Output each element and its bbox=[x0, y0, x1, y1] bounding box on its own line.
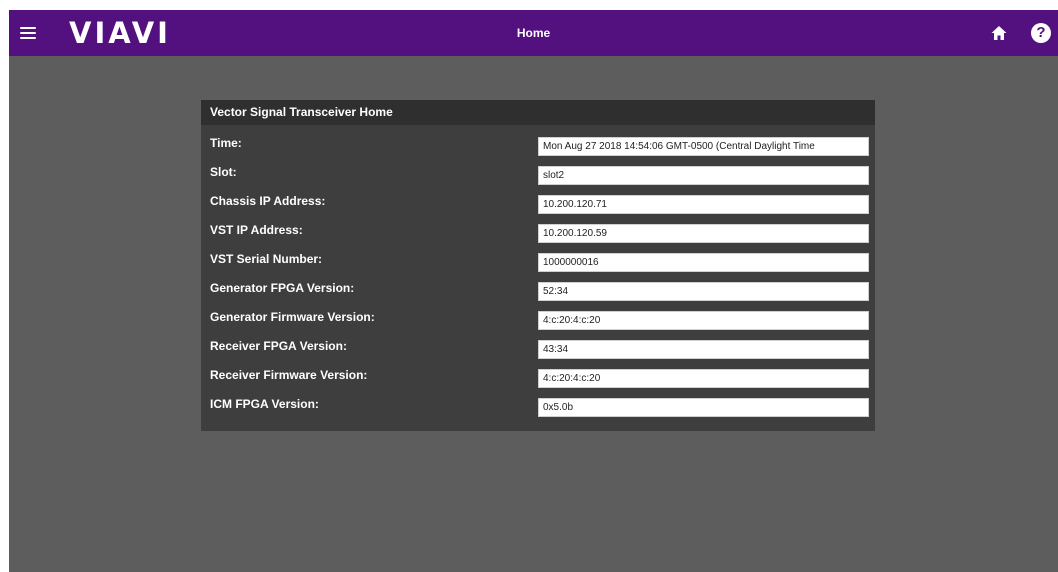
row-label: ICM FPGA Version: bbox=[210, 397, 319, 411]
row-label: Generator Firmware Version: bbox=[210, 310, 375, 324]
page-title: Home bbox=[516, 26, 551, 40]
row-label: Generator FPGA Version: bbox=[210, 281, 355, 295]
row-label: VST IP Address: bbox=[210, 223, 303, 237]
slot-value-field: slot2 bbox=[538, 166, 869, 185]
info-row-icm-fpga: ICM FPGA Version: 0x5.0b bbox=[201, 396, 875, 425]
info-row-rx-fpga: Receiver FPGA Version: 43:34 bbox=[201, 338, 875, 367]
app-window: VIAVI Home ? Vector Signal Transceiver H… bbox=[9, 10, 1058, 572]
top-navbar: VIAVI Home ? bbox=[9, 10, 1058, 56]
info-row-rx-firmware: Receiver Firmware Version: 4:c:20:4:c:20 bbox=[201, 367, 875, 396]
info-row-gen-fpga: Generator FPGA Version: 52:34 bbox=[201, 280, 875, 309]
serial-value-field: 1000000016 bbox=[538, 253, 869, 272]
row-label: Slot: bbox=[210, 165, 237, 179]
cropped-caption-strip bbox=[0, 0, 1058, 10]
row-label: Chassis IP Address: bbox=[210, 194, 326, 208]
info-row-vst-ip: VST IP Address: 10.200.120.59 bbox=[201, 222, 875, 251]
info-row-serial: VST Serial Number: 1000000016 bbox=[201, 251, 875, 280]
row-label: Receiver Firmware Version: bbox=[210, 368, 368, 382]
row-label: VST Serial Number: bbox=[210, 252, 323, 266]
row-label: Time: bbox=[210, 136, 242, 150]
gen-firmware-value-field: 4:c:20:4:c:20 bbox=[538, 311, 869, 330]
row-label: Receiver FPGA Version: bbox=[210, 339, 347, 353]
panel-title: Vector Signal Transceiver Home bbox=[210, 105, 393, 119]
info-row-time: Time: Mon Aug 27 2018 14:54:06 GMT-0500 … bbox=[201, 135, 875, 164]
icm-fpga-value-field: 0x5.0b bbox=[538, 398, 869, 417]
help-icon[interactable]: ? bbox=[1031, 23, 1051, 43]
info-row-gen-firmware: Generator Firmware Version: 4:c:20:4:c:2… bbox=[201, 309, 875, 338]
rx-firmware-value-field: 4:c:20:4:c:20 bbox=[538, 369, 869, 388]
vst-home-panel: Vector Signal Transceiver Home Time: Mon… bbox=[201, 100, 875, 431]
info-row-slot: Slot: slot2 bbox=[201, 164, 875, 193]
time-value-field: Mon Aug 27 2018 14:54:06 GMT-0500 (Centr… bbox=[538, 137, 869, 156]
vst-ip-value-field: 10.200.120.59 bbox=[538, 224, 869, 243]
gen-fpga-value-field: 52:34 bbox=[538, 282, 869, 301]
chassis-ip-value-field: 10.200.120.71 bbox=[538, 195, 869, 214]
home-icon[interactable] bbox=[991, 25, 1007, 41]
info-row-chassis-ip: Chassis IP Address: 10.200.120.71 bbox=[201, 193, 875, 222]
rx-fpga-value-field: 43:34 bbox=[538, 340, 869, 359]
panel-header: Vector Signal Transceiver Home bbox=[201, 100, 875, 125]
